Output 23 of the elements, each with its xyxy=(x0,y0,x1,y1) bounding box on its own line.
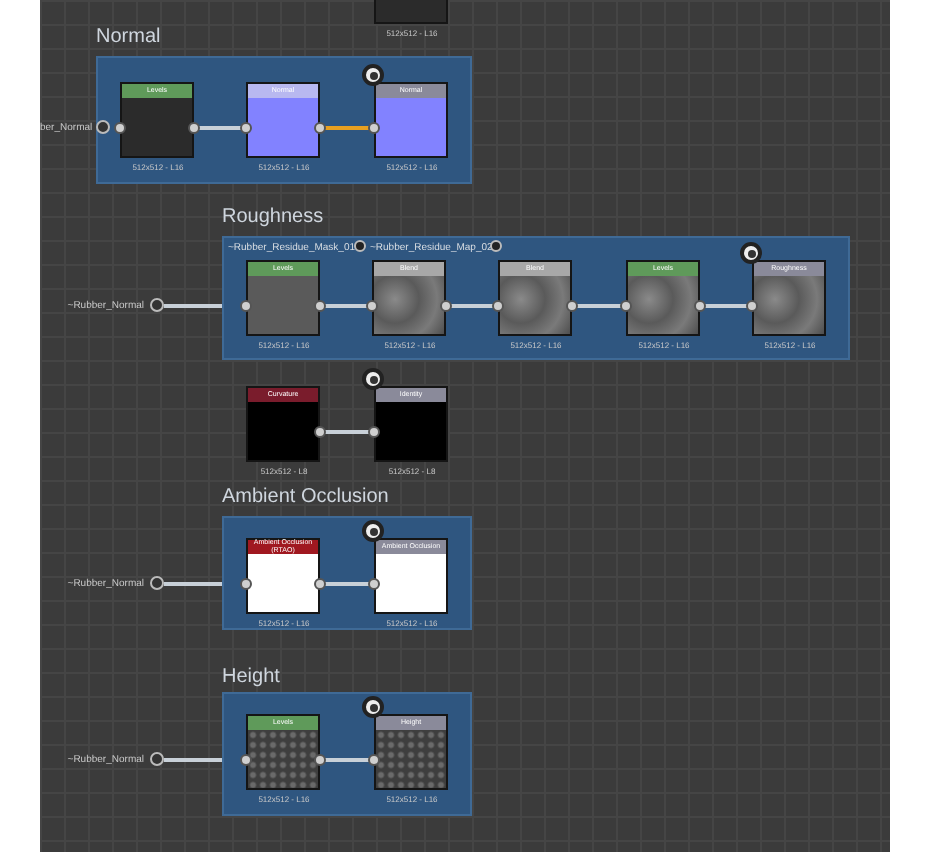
port-icon[interactable] xyxy=(368,426,380,438)
input-socket-icon[interactable] xyxy=(150,752,164,766)
node-preview xyxy=(248,276,318,334)
node-preview xyxy=(500,276,570,334)
node-preview xyxy=(628,276,698,334)
frame-title: Roughness xyxy=(222,206,324,230)
node-preview xyxy=(248,730,318,788)
input-socket-icon[interactable] xyxy=(150,298,164,312)
output-icon[interactable] xyxy=(362,368,384,390)
node-preview xyxy=(754,276,824,334)
node-preview xyxy=(122,98,192,156)
node-preview xyxy=(248,554,318,612)
node-preview xyxy=(376,730,446,788)
node-preview xyxy=(248,402,318,460)
frame-title: Height xyxy=(222,666,280,690)
node-preview xyxy=(376,554,446,612)
node-preview xyxy=(248,98,318,156)
input-socket-icon[interactable] xyxy=(150,576,164,590)
node-preview xyxy=(376,402,446,460)
node-preview xyxy=(374,276,444,334)
frame-title: Ambient Occlusion xyxy=(222,486,389,510)
node-preview xyxy=(376,98,446,156)
frame-title: Normal xyxy=(96,26,161,50)
